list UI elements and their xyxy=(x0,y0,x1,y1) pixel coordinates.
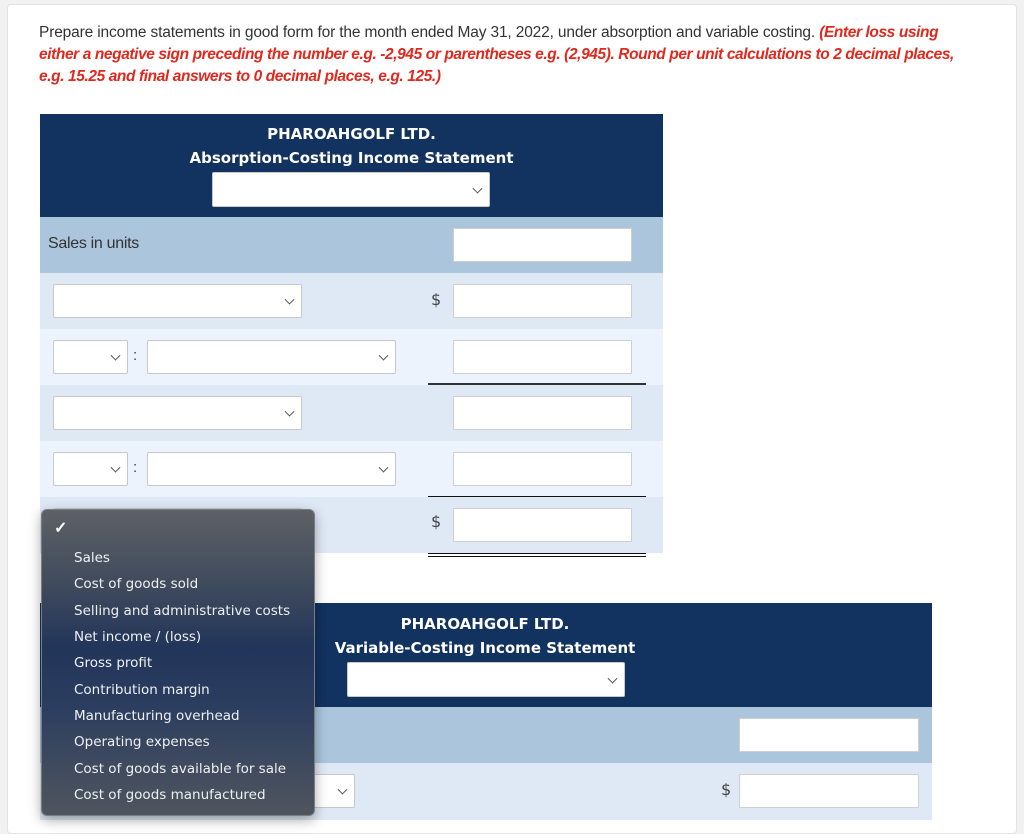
chevron-down-icon xyxy=(110,462,121,473)
absorption-row-5-amount[interactable] xyxy=(453,508,632,542)
chevron-down-icon xyxy=(378,462,389,473)
dropdown-option[interactable]: Selling and administrative costs xyxy=(74,598,290,624)
dropdown-option[interactable]: Sales xyxy=(74,545,110,571)
checkmark-icon: ✓ xyxy=(54,520,68,537)
absorption-row-4-select[interactable] xyxy=(147,452,396,486)
dropdown-option[interactable]: Contribution margin xyxy=(74,677,210,703)
absorption-row-4: : xyxy=(40,441,663,497)
dollar-sign: $ xyxy=(431,512,442,531)
variable-row-1-amount[interactable] xyxy=(739,774,919,808)
chevron-down-icon xyxy=(378,350,389,361)
chevron-down-icon xyxy=(284,406,295,417)
dropdown-option[interactable]: Cost of goods available for sale xyxy=(74,756,286,782)
absorption-row-3 xyxy=(40,385,663,441)
absorption-row-4-prefix-select[interactable] xyxy=(53,452,128,486)
chevron-down-icon xyxy=(607,673,618,684)
absorption-row-2-amount[interactable] xyxy=(453,340,632,374)
dropdown-option[interactable]: Manufacturing overhead xyxy=(74,703,240,729)
instructions: Prepare income statements in good form f… xyxy=(39,22,979,88)
absorption-company: PHAROAHGOLF LTD. xyxy=(267,125,436,143)
variable-sales-units-input[interactable] xyxy=(739,718,919,752)
variable-title: Variable-Costing Income Statement xyxy=(334,639,636,657)
absorption-row-1-select[interactable] xyxy=(53,284,302,318)
line-item-dropdown-menu[interactable]: ✓ Sales Cost of goods sold Selling and a… xyxy=(41,509,315,816)
dropdown-option[interactable]: Cost of goods sold xyxy=(74,571,198,597)
total-double-rule-top xyxy=(428,553,646,554)
chevron-down-icon xyxy=(284,294,295,305)
absorption-row-1-amount[interactable] xyxy=(453,284,632,318)
absorption-row-1: $ xyxy=(40,273,663,329)
absorption-period-select[interactable] xyxy=(212,172,490,207)
absorption-header: PHAROAHGOLF LTD. Absorption-Costing Inco… xyxy=(40,114,663,217)
dropdown-option[interactable]: Net income / (loss) xyxy=(74,624,201,650)
sales-units-label: Sales in units xyxy=(48,235,139,252)
absorption-row-2-prefix-select[interactable] xyxy=(53,340,128,374)
chevron-down-icon xyxy=(110,350,121,361)
absorption-statement: PHAROAHGOLF LTD. Absorption-Costing Inco… xyxy=(40,114,663,557)
dropdown-option[interactable]: Operating expenses xyxy=(74,729,210,755)
dropdown-option[interactable]: Gross profit xyxy=(74,650,152,676)
instructions-text: Prepare income statements in good form f… xyxy=(39,24,820,41)
dollar-sign: $ xyxy=(721,780,732,799)
absorption-row-3-amount[interactable] xyxy=(453,396,632,430)
absorption-title: Absorption-Costing Income Statement xyxy=(189,149,514,167)
colon-separator: : xyxy=(133,459,138,476)
variable-company: PHAROAHGOLF LTD. xyxy=(400,615,570,633)
colon-separator: : xyxy=(133,347,138,364)
sales-units-input[interactable] xyxy=(453,228,632,262)
variable-period-select[interactable] xyxy=(347,662,625,697)
absorption-row-3-select[interactable] xyxy=(53,396,302,430)
absorption-row-4-amount[interactable] xyxy=(453,452,632,486)
dropdown-option[interactable]: Cost of goods manufactured xyxy=(74,782,266,808)
chevron-down-icon xyxy=(337,784,348,795)
chevron-down-icon xyxy=(472,183,483,194)
absorption-row-2-select[interactable] xyxy=(147,340,396,374)
total-double-rule-bottom xyxy=(428,556,646,557)
absorption-sales-units-row: Sales in units xyxy=(40,217,663,273)
dollar-sign: $ xyxy=(431,290,442,309)
absorption-row-2: : xyxy=(40,329,663,385)
